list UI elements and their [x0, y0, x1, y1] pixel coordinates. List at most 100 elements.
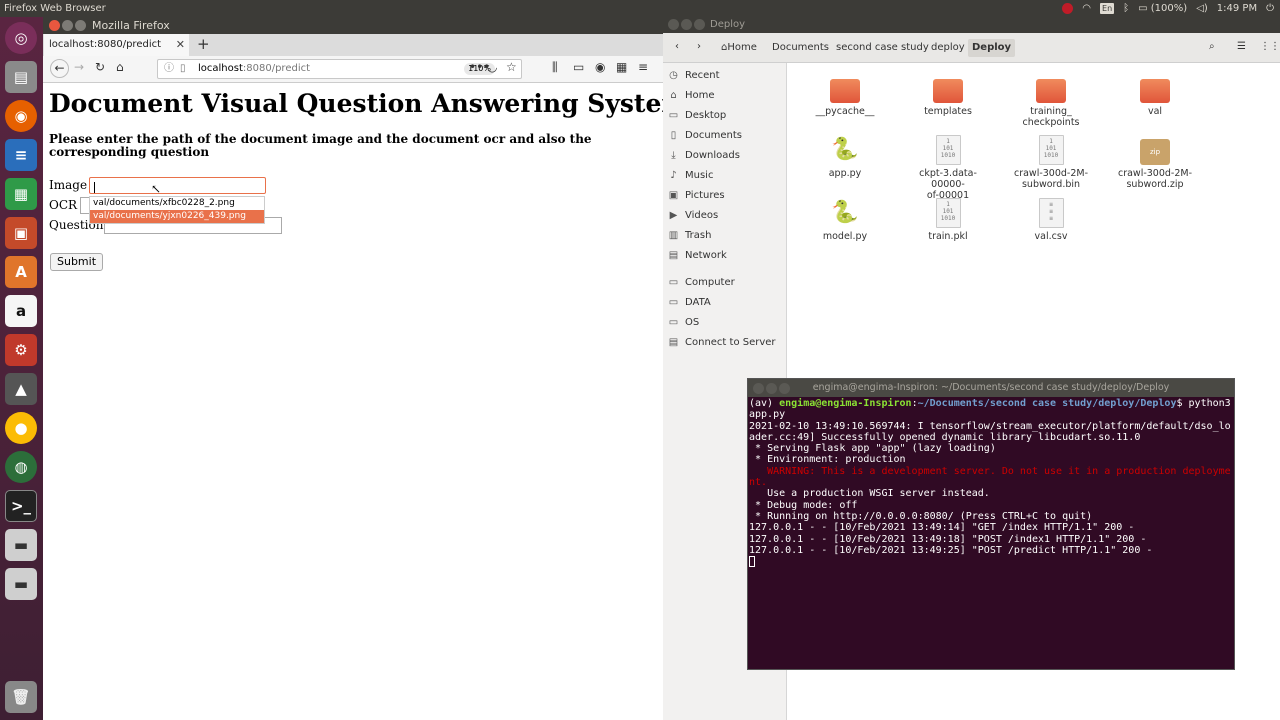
disk-icon-2[interactable]: ▬ — [5, 568, 37, 600]
home-button[interactable]: ⌂ — [116, 60, 124, 74]
battery-indicator[interactable]: ▭ (100%) — [1138, 0, 1187, 17]
disk-icon[interactable]: ▬ — [5, 529, 37, 561]
globe-icon[interactable]: ◍ — [5, 451, 37, 483]
prompt-path: ~/Documents/second case study/deploy/Dep… — [917, 398, 1177, 409]
terminal-close-button[interactable] — [753, 383, 764, 394]
menu-icon[interactable]: ≡ — [638, 60, 648, 74]
folder-icon — [830, 79, 860, 103]
sidebar-item-connect-to-server[interactable]: ▤ Connect to Server — [668, 336, 776, 350]
terminal-maximize-button[interactable] — [779, 383, 790, 394]
sidebar-item-music[interactable]: ♪ Music — [668, 169, 713, 183]
image-path-input[interactable] — [89, 177, 266, 194]
browser-tab[interactable]: localhost:8080/predict ✕ — [44, 34, 189, 56]
volume-icon[interactable]: ◁) — [1196, 0, 1208, 17]
close-tab-icon[interactable]: ✕ — [176, 34, 185, 56]
info-icon[interactable]: ⓘ — [164, 60, 174, 78]
file-item[interactable]: __pycache__ — [800, 73, 890, 117]
wifi-icon[interactable]: ◠ — [1082, 0, 1091, 17]
sidebar-icon[interactable]: ▭ — [573, 60, 584, 74]
sidebar-item-os[interactable]: ▭ OS — [668, 316, 699, 330]
autocomplete-option-selected[interactable]: val/documents/yjxn0226_439.png — [90, 210, 264, 223]
settings-icon[interactable]: ⚙ — [5, 334, 37, 366]
fm-minimize-button[interactable] — [681, 19, 692, 30]
sidebar-item-videos[interactable]: ▶ Videos — [668, 209, 719, 223]
calc-icon[interactable]: ▦ — [5, 178, 37, 210]
sidebar-item-pictures[interactable]: ▣ Pictures — [668, 189, 725, 203]
record-indicator-icon[interactable] — [1062, 3, 1074, 14]
list-view-icon[interactable]: ☰ — [1237, 41, 1246, 52]
breadcrumb-documents[interactable]: Documents — [768, 39, 833, 57]
autocomplete-option[interactable]: val/documents/xfbc0228_2.png — [90, 197, 264, 210]
file-item[interactable]: 1 101 1010 train.pkl — [903, 198, 993, 242]
keyboard-language-indicator[interactable]: En — [1100, 3, 1115, 14]
sidebar-item-trash[interactable]: ▥ Trash — [668, 229, 712, 243]
breadcrumb-home[interactable]: ⌂Home — [717, 39, 761, 57]
chrome-icon[interactable]: ● — [5, 412, 37, 444]
file-item[interactable]: training_ checkpoints — [1006, 73, 1096, 128]
pocket-icon[interactable]: ◡ — [487, 60, 497, 74]
sidebar-item-computer[interactable]: ▭ Computer — [668, 276, 735, 290]
fm-maximize-button[interactable] — [694, 19, 705, 30]
terminal-icon[interactable]: >_ — [5, 490, 37, 522]
url-bar[interactable]: ⓘ ▯ localhost:8080/predict 110% — [157, 59, 522, 79]
page-icon: ▯ — [180, 63, 186, 74]
power-icon[interactable]: ⏻ — [1266, 0, 1274, 17]
forward-button[interactable]: → — [74, 60, 84, 74]
file-item[interactable]: zip crawl-300d-2M- subword.zip — [1110, 135, 1200, 190]
reload-button[interactable]: ↻ — [95, 60, 105, 74]
bookmark-star-icon[interactable]: ☆ — [506, 60, 517, 74]
terminal-output[interactable]: (av) engima@engima-Inspiron:~/Documents/… — [748, 397, 1234, 569]
file-item[interactable]: 1 101 1010 crawl-300d-2M- subword.bin — [1006, 135, 1096, 190]
search-icon[interactable]: ⌕ — [1209, 41, 1215, 52]
file-item[interactable]: templates — [903, 73, 993, 117]
sidebar-item-home[interactable]: ⌂ Home — [668, 89, 714, 103]
url-text[interactable]: localhost:8080/predict — [198, 60, 310, 78]
sidebar-item-network[interactable]: ▤ Network — [668, 249, 727, 263]
terminal-window[interactable]: engima@engima-Inspiron: ~/Documents/seco… — [747, 378, 1235, 670]
amazon-icon[interactable]: a — [5, 295, 37, 327]
file-item[interactable]: 🐍 app.py — [800, 135, 890, 179]
minimize-window-button[interactable] — [62, 20, 73, 31]
software-center-icon[interactable]: A — [5, 256, 37, 288]
sidebar-item-recent[interactable]: ◷ Recent — [668, 69, 719, 83]
breadcrumb-second-case-study[interactable]: second case study — [832, 39, 933, 57]
launcher: ◎ ▤ ◉ ≡ ▦ ▣ A a ⚙ ▲ ● ◍ >_ ▬ ▬ 🗑 — [0, 17, 43, 720]
files-icon[interactable]: ▤ — [5, 61, 37, 93]
back-button[interactable]: ← — [50, 59, 69, 78]
file-item[interactable]: ≡ ≡ ≡ val.csv — [1006, 198, 1096, 242]
trash-icon[interactable]: 🗑 — [5, 681, 37, 713]
fm-back-icon[interactable]: ‹ — [675, 41, 679, 52]
impress-icon[interactable]: ▣ — [5, 217, 37, 249]
autocomplete-dropdown: val/documents/xfbc0228_2.png val/documen… — [89, 196, 265, 224]
grid-view-icon[interactable]: ⋮⋮ — [1260, 41, 1280, 52]
system-tray: ◠ En ᛒ ▭ (100%) ◁) 1:49 PM ⏻ — [1062, 0, 1274, 17]
sidebar-item-data[interactable]: ▭ DATA — [668, 296, 711, 310]
clock[interactable]: 1:49 PM — [1217, 0, 1257, 17]
account-icon[interactable]: ◉ — [595, 60, 605, 74]
writer-icon[interactable]: ≡ — [5, 139, 37, 171]
close-window-button[interactable] — [49, 20, 60, 31]
sidebar-item-documents[interactable]: ▯ Documents — [668, 129, 742, 143]
document-icon: ▯ — [670, 130, 677, 141]
extensions-icon[interactable]: ▦ — [616, 60, 627, 74]
file-item[interactable]: val — [1110, 73, 1200, 117]
fm-forward-icon[interactable]: › — [697, 41, 701, 52]
firefox-icon[interactable]: ◉ — [5, 100, 37, 132]
new-tab-button[interactable]: + — [197, 34, 210, 54]
sidebar-item-downloads[interactable]: ⤓ Downloads — [668, 149, 740, 163]
breadcrumb-deploy[interactable]: deploy — [927, 39, 969, 57]
sidebar-item-desktop[interactable]: ▭ Desktop — [668, 109, 726, 123]
file-item[interactable]: 1 101 1010 ckpt-3.data-00000- of-00001 — [903, 135, 993, 201]
file-item[interactable]: 🐍 model.py — [800, 198, 890, 242]
battery-percent: (100%) — [1150, 3, 1188, 14]
ubuntu-dash-icon[interactable]: ◎ — [5, 22, 37, 54]
library-icon[interactable]: ⫼ — [552, 60, 558, 75]
web-page: Document Visual Question Answering Syste… — [43, 83, 688, 720]
fm-close-button[interactable] — [668, 19, 679, 30]
maximize-window-button[interactable] — [75, 20, 86, 31]
terminal-minimize-button[interactable] — [766, 383, 777, 394]
breadcrumb-deploy-current[interactable]: Deploy — [968, 39, 1016, 57]
lock-icon[interactable]: ▲ — [5, 373, 37, 405]
bluetooth-icon[interactable]: ᛒ — [1123, 0, 1129, 17]
submit-button[interactable]: Submit — [50, 253, 103, 271]
